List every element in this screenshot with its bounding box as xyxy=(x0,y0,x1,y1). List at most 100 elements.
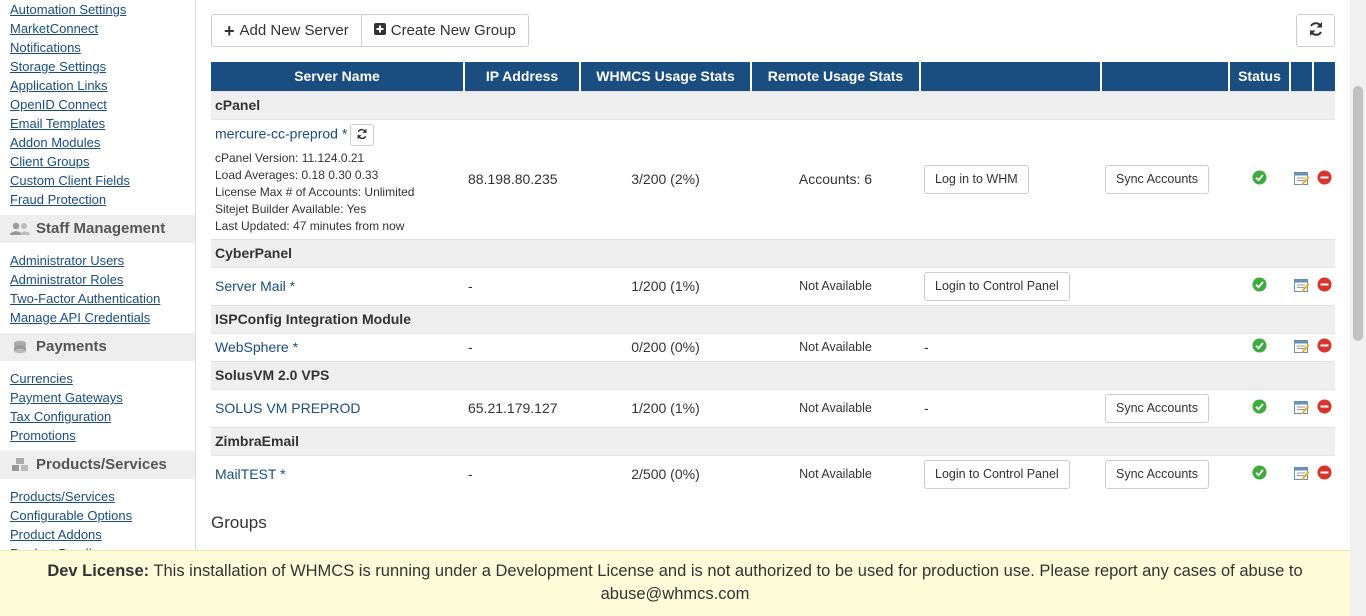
sidebar-setup-item: Addon Modules xyxy=(10,133,195,152)
server-name[interactable]: Server Mail * xyxy=(215,278,295,294)
staff-links-list: Administrator Users Administrator Roles Tw… xyxy=(0,251,195,327)
ip-address: 65.21.179.127 xyxy=(464,388,580,427)
sidebar-payments-link[interactable]: Currencies xyxy=(10,371,73,386)
users-icon xyxy=(10,222,30,236)
edit-icon[interactable] xyxy=(1293,466,1310,483)
col-remote-usage[interactable]: Remote Usage Stats xyxy=(751,62,921,91)
servers-table-body: cPanel mercure-cc-preprod * cPanel Version… xyxy=(211,90,1335,493)
sidebar-staff-link[interactable]: Administrator Users xyxy=(10,253,124,268)
server-name-cell: MailTEST * xyxy=(211,454,464,493)
action-placeholder: - xyxy=(924,339,929,355)
add-server-button[interactable]: + Add New Server xyxy=(211,14,362,47)
edit-icon[interactable] xyxy=(1293,171,1310,188)
whmcs-usage: 1/200 (1%) xyxy=(580,388,751,427)
server-details: cPanel Version: 11.124.0.21 Load Averages… xyxy=(215,150,460,235)
action1-cell: - xyxy=(920,332,1101,361)
delete-icon[interactable] xyxy=(1317,465,1332,483)
edit-cell xyxy=(1290,266,1313,305)
sidebar-payments-link[interactable]: Payment Gateways xyxy=(10,390,123,405)
server-row: SOLUS VM PREPROD 65.21.179.127 1/200 (1%) N… xyxy=(211,388,1335,427)
ip-address: - xyxy=(464,266,580,305)
sidebar-staff-link[interactable]: Manage API Credentials xyxy=(10,310,150,325)
server-row: mercure-cc-preprod * cPanel Version: 11.1… xyxy=(211,118,1335,239)
edit-icon[interactable] xyxy=(1293,339,1310,356)
sidebar-setup-link[interactable]: Automation Settings xyxy=(10,2,126,17)
scrollbar-thumb[interactable] xyxy=(1353,86,1363,341)
page-scrollbar[interactable] xyxy=(1350,0,1366,616)
sidebar-setup-item: Custom Client Fields xyxy=(10,171,195,190)
sidebar-setup-item: Storage Settings xyxy=(10,57,195,76)
sync-accounts-button[interactable]: Sync Accounts xyxy=(1105,393,1209,423)
refresh-all-button[interactable] xyxy=(1296,14,1335,47)
server-name[interactable]: mercure-cc-preprod * xyxy=(215,125,347,141)
server-row: Server Mail * -1/200 (1%) Not Available Log… xyxy=(211,266,1335,305)
sidebar-staff-link[interactable]: Administrator Roles xyxy=(10,272,123,287)
edit-icon[interactable] xyxy=(1293,400,1310,417)
login-control-panel-button[interactable]: Login to Control Panel xyxy=(924,459,1070,489)
sidebar-staff-item: Two-Factor Authentication xyxy=(10,289,195,308)
sidebar-setup-link[interactable]: Client Groups xyxy=(10,154,89,169)
delete-cell xyxy=(1313,118,1335,239)
sidebar-setup-link[interactable]: Fraud Protection xyxy=(10,192,106,207)
col-action2 xyxy=(1101,62,1230,91)
edit-cell xyxy=(1290,388,1313,427)
group-row: ZimbraEmail xyxy=(211,426,1335,455)
server-name[interactable]: SOLUS VM PREPROD xyxy=(215,400,360,416)
col-status[interactable]: Status xyxy=(1229,62,1291,91)
col-edit xyxy=(1290,62,1314,91)
sidebar-header-staff: Staff Management xyxy=(0,215,195,243)
sidebar-setup-link[interactable]: Notifications xyxy=(10,40,81,55)
servers-table: Server Name IP Address WHMCS Usage Stats… xyxy=(211,62,1335,493)
payments-title: Payments xyxy=(36,338,107,355)
server-name[interactable]: MailTEST * xyxy=(215,466,286,482)
action1-cell: Login to Control Panel xyxy=(920,454,1101,493)
group-name: cPanel xyxy=(211,90,1335,119)
status-cell xyxy=(1229,454,1290,493)
status-cell xyxy=(1229,388,1290,427)
sidebar-payments-link[interactable]: Promotions xyxy=(10,428,76,443)
login-control-panel-button[interactable]: Log in to WHM xyxy=(924,164,1029,194)
action2-cell: Sync Accounts xyxy=(1101,388,1229,427)
sidebar-setup-link[interactable]: Storage Settings xyxy=(10,59,106,74)
login-control-panel-button[interactable]: Login to Control Panel xyxy=(924,271,1070,301)
col-server-name[interactable]: Server Name xyxy=(211,62,465,91)
plus-square-icon xyxy=(373,15,386,46)
sidebar-payments-link[interactable]: Tax Configuration xyxy=(10,409,111,424)
sidebar-setup-link[interactable]: Custom Client Fields xyxy=(10,173,130,188)
delete-icon[interactable] xyxy=(1317,170,1332,188)
sidebar-setup-link[interactable]: Addon Modules xyxy=(10,135,100,150)
sidebar-products-link[interactable]: Products/Services xyxy=(10,489,115,504)
remote-usage: Not Available xyxy=(751,454,920,493)
sidebar-setup-link[interactable]: OpenID Connect xyxy=(10,97,107,112)
delete-icon[interactable] xyxy=(1317,399,1332,417)
sidebar-setup-link[interactable]: MarketConnect xyxy=(10,21,98,36)
status-ok-icon xyxy=(1252,399,1267,417)
col-delete xyxy=(1313,62,1335,91)
sync-accounts-button[interactable]: Sync Accounts xyxy=(1105,459,1209,489)
group-row: CyberPanel xyxy=(211,238,1335,267)
action2-cell xyxy=(1101,266,1229,305)
sidebar-products-link[interactable]: Configurable Options xyxy=(10,508,132,523)
col-whmcs-usage[interactable]: WHMCS Usage Stats xyxy=(580,62,752,91)
sync-accounts-button[interactable]: Sync Accounts xyxy=(1105,164,1209,194)
refresh-server-button[interactable] xyxy=(350,123,375,146)
create-group-button[interactable]: Create New Group xyxy=(361,14,529,47)
delete-cell xyxy=(1313,454,1335,493)
group-row: SolusVM 2.0 VPS xyxy=(211,360,1335,389)
sidebar-setup-link[interactable]: Email Templates xyxy=(10,116,105,131)
delete-icon[interactable] xyxy=(1317,277,1332,295)
sidebar-setup-item: Application Links xyxy=(10,76,195,95)
server-detail-line: Last Updated: 47 minutes from now xyxy=(215,218,405,233)
sidebar-staff-link[interactable]: Two-Factor Authentication xyxy=(10,291,160,306)
action2-cell: Sync Accounts xyxy=(1101,454,1229,493)
sidebar-products-link[interactable]: Product Addons xyxy=(10,527,102,542)
group-row: ISPConfig Integration Module xyxy=(211,304,1335,333)
sidebar-payments-item: Promotions xyxy=(10,426,195,445)
group-row: cPanel xyxy=(211,90,1335,119)
server-name[interactable]: WebSphere * xyxy=(215,339,298,355)
delete-icon[interactable] xyxy=(1317,338,1332,356)
col-ip-address[interactable]: IP Address xyxy=(464,62,581,91)
server-row: WebSphere * -0/200 (0%) Not Available - xyxy=(211,332,1335,361)
edit-icon[interactable] xyxy=(1293,278,1310,295)
sidebar-setup-link[interactable]: Application Links xyxy=(10,78,108,93)
